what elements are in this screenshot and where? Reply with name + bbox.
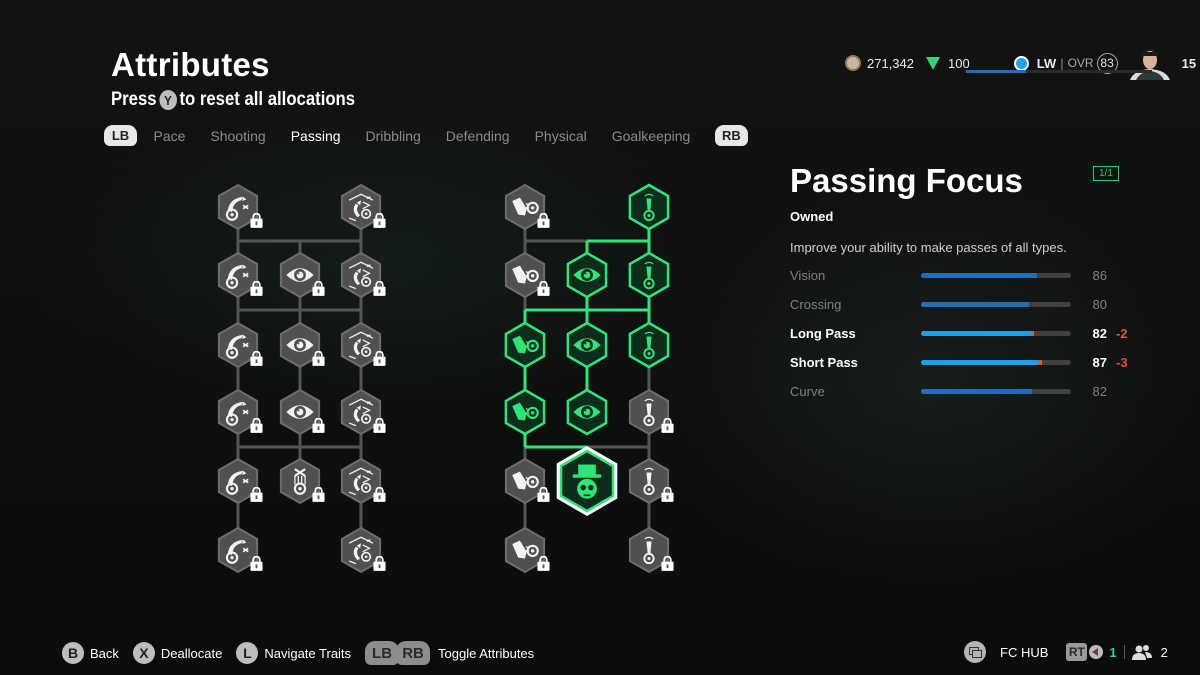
right-trait-node[interactable] xyxy=(628,183,670,231)
attribute-stat-row: Short Pass 87 -3 xyxy=(790,348,1130,377)
player-avatar xyxy=(1129,48,1170,80)
footer-controls: B Back X Deallocate L Navigate Traits LB… xyxy=(62,641,548,665)
stat-value: 82 xyxy=(1092,384,1107,399)
stat-bar xyxy=(921,302,1071,307)
tab-physical[interactable]: Physical xyxy=(535,128,587,144)
trait-title: Passing Focus xyxy=(790,162,1023,199)
player-status-bar: 271,342 100 LW | OVR 83 15 xyxy=(845,46,1196,80)
stat-bar xyxy=(921,360,1071,365)
right-trait-node[interactable] xyxy=(566,388,608,436)
stat-value: 86 xyxy=(1092,268,1107,283)
stat-delta: -3 xyxy=(1116,355,1128,370)
stat-value: 87 xyxy=(1092,355,1107,370)
footer-status: FC HUB RT 1 2 xyxy=(964,641,1168,663)
y-button-icon: Y xyxy=(159,90,177,110)
navigate-traits-label: Navigate Traits xyxy=(264,645,352,661)
attribute-stats-list: Vision 86 Crossing 80 Long Pass 82 -2 Short Pas… xyxy=(790,261,1130,406)
tab-dribbling[interactable]: Dribbling xyxy=(366,128,421,144)
level-progress-bar xyxy=(966,70,1152,73)
right-trait-node[interactable] xyxy=(566,321,608,369)
tab-passing[interactable]: Passing xyxy=(291,128,341,144)
tab-defending[interactable]: Defending xyxy=(446,128,510,144)
rb-icon: RB xyxy=(396,641,431,665)
lb-icon: LB xyxy=(365,641,400,665)
points-balance: 100 xyxy=(948,55,970,71)
back-label: Back xyxy=(90,645,119,661)
attribute-stat-row: Curve 82 xyxy=(790,377,1130,406)
mic-count: 1 xyxy=(1109,644,1117,660)
stat-bar-fill xyxy=(921,331,1032,336)
points-icon xyxy=(926,56,940,70)
attribute-stat-row: Long Pass 82 -2 xyxy=(790,319,1130,348)
stat-bar-fill xyxy=(921,302,1029,307)
trait-count-badge: 1/1 xyxy=(1093,166,1119,181)
stat-bar-loss xyxy=(1038,360,1043,365)
level-progress-fill xyxy=(966,70,1026,73)
attribute-tabs: LB Pace Shooting Passing Dribbling Defen… xyxy=(104,125,748,146)
stat-bar-loss xyxy=(1031,331,1035,336)
right-trait-node[interactable] xyxy=(566,251,608,299)
stat-value: 80 xyxy=(1092,297,1107,312)
stat-bar xyxy=(921,331,1071,336)
tab-goalkeeping[interactable]: Goalkeeping xyxy=(612,128,691,144)
b-button-icon: B xyxy=(62,642,84,664)
fc-hub-label[interactable]: FC HUB xyxy=(1000,645,1048,660)
page-title: Attributes xyxy=(111,46,270,83)
deallocate-hint[interactable]: X Deallocate xyxy=(132,642,223,664)
l-stick-icon: L xyxy=(236,642,259,664)
stat-name: Curve xyxy=(790,384,825,399)
reset-hint: Press Y to reset all allocations xyxy=(111,89,355,111)
stat-delta: -2 xyxy=(1116,326,1128,341)
stat-bar xyxy=(921,389,1071,394)
divider xyxy=(1123,645,1125,659)
x-button-icon: X xyxy=(132,642,155,664)
stat-bar xyxy=(921,273,1071,278)
deallocate-label: Deallocate xyxy=(160,645,223,661)
stat-bar-fill xyxy=(921,360,1039,365)
coin-icon xyxy=(845,55,861,71)
coin-balance: 271,342 xyxy=(867,55,914,71)
player-position: LW xyxy=(1036,55,1057,71)
stat-value: 82 xyxy=(1092,326,1107,341)
right-trait-node[interactable] xyxy=(504,321,546,369)
toggle-attributes-label: Toggle Attributes xyxy=(438,645,535,661)
party-icon xyxy=(1131,645,1152,660)
fc-hub-button-icon[interactable] xyxy=(964,641,986,663)
stat-bar-fill xyxy=(921,389,1032,394)
tab-shooting[interactable]: Shooting xyxy=(210,128,265,144)
attribute-stat-row: Crossing 80 xyxy=(790,290,1130,319)
back-hint[interactable]: B Back xyxy=(62,642,119,664)
attribute-stat-row: Vision 86 xyxy=(790,261,1130,290)
stat-bar-fill xyxy=(921,273,1038,278)
ovr-label: OVR xyxy=(1067,56,1094,70)
rt-button-icon: RT xyxy=(1066,643,1088,661)
player-level: 15 xyxy=(1181,55,1197,71)
reset-hint-suffix: to reset all allocations xyxy=(179,89,356,110)
right-trait-node[interactable] xyxy=(504,388,546,436)
tab-pace[interactable]: Pace xyxy=(154,128,186,144)
mic-icon xyxy=(1089,645,1104,659)
lb-bumper-button[interactable]: LB xyxy=(104,125,137,146)
stat-name: Long Pass xyxy=(790,326,856,341)
lb-rb-icon: LB RB xyxy=(365,641,431,665)
right-trait-node[interactable] xyxy=(628,251,670,299)
stat-name: Short Pass xyxy=(790,355,858,370)
stat-name: Crossing xyxy=(790,297,842,312)
navigate-traits-hint[interactable]: L Navigate Traits xyxy=(236,642,351,664)
divider: | xyxy=(1060,55,1064,71)
party-count: 2 xyxy=(1160,644,1168,660)
trait-description: Improve your ability to make passes of a… xyxy=(790,240,1067,255)
trait-detail-panel: Passing Focus 1/1 Owned Improve your abi… xyxy=(790,162,1130,406)
position-dot-icon xyxy=(1013,55,1029,71)
stat-name: Vision xyxy=(790,268,826,283)
trait-status: Owned xyxy=(790,209,834,224)
right-trait-node[interactable] xyxy=(628,321,670,369)
toggle-attributes-hint[interactable]: LB RB Toggle Attributes xyxy=(365,641,534,665)
rb-bumper-button[interactable]: RB xyxy=(714,125,748,146)
reset-hint-prefix: Press xyxy=(111,89,157,110)
